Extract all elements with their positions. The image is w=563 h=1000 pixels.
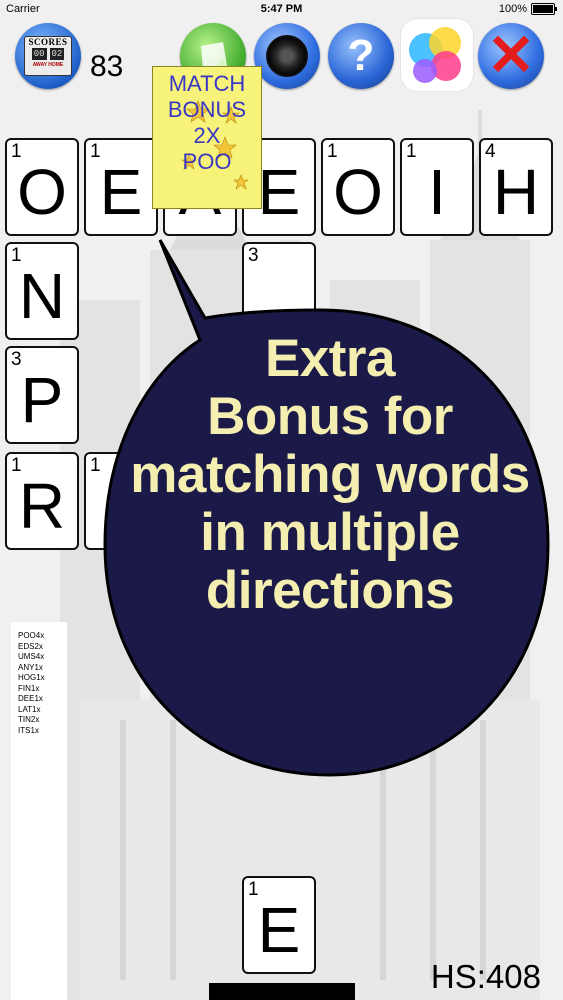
- current-score: 83: [90, 50, 124, 83]
- tile-letter: E: [99, 156, 143, 228]
- battery-icon: [531, 3, 557, 15]
- tile-letter: R: [18, 470, 66, 542]
- word-list-item: UMS4x: [18, 652, 45, 661]
- word-list-item: DEE1x: [18, 694, 43, 703]
- letter-tile[interactable]: 3: [242, 242, 316, 340]
- word-list-item: ITS1x: [18, 725, 39, 735]
- scoreboard-label: SCORES: [28, 37, 68, 47]
- tile-points: 1: [90, 455, 101, 476]
- scores-button[interactable]: SCORES 00 02 AWAY HOME: [15, 23, 81, 89]
- battery-percent: 100%: [498, 3, 527, 15]
- question-icon: ?: [347, 31, 375, 80]
- match-bonus-note: MATCH BONUS 2X POO: [152, 66, 262, 209]
- status-bar: Carrier 5:47 PM 100%: [0, 0, 563, 20]
- callout-line: Extra: [264, 329, 396, 388]
- word-list-item: LAT1x: [18, 704, 41, 714]
- callout-line: in multiple: [200, 503, 460, 562]
- letter-tile[interactable]: 1 I: [400, 138, 474, 236]
- callout-line: matching words: [130, 445, 530, 504]
- match-bonus-line: POO: [182, 149, 232, 174]
- word-list-item: TIN2x: [18, 715, 40, 724]
- match-bonus-line: 2X: [193, 123, 221, 148]
- word-list-item: FIN1x: [18, 683, 40, 693]
- tile-letter: O: [333, 156, 383, 228]
- letter-tile[interactable]: 1 N: [5, 242, 79, 340]
- letter-tile[interactable]: 4 H: [479, 138, 553, 236]
- letter-tile[interactable]: 1 O: [321, 138, 395, 236]
- close-icon: ✕: [486, 23, 536, 88]
- letter-tile[interactable]: 3 P: [5, 346, 79, 444]
- close-button[interactable]: ✕: [478, 23, 544, 89]
- letter-tile[interactable]: 1 E: [84, 138, 158, 236]
- battery-indicator: 100%: [498, 3, 557, 15]
- sound-button[interactable]: [254, 23, 320, 89]
- match-bonus-line: MATCH: [168, 71, 246, 96]
- high-score: HS:408: [430, 958, 541, 995]
- letter-tile[interactable]: 1 E: [242, 876, 316, 974]
- callout-line: Bonus for: [207, 387, 453, 446]
- callout-text: Extra Bonus for matching words in multip…: [120, 330, 540, 620]
- tile-points: 3: [248, 245, 259, 266]
- scoreboard-icon: SCORES 00 02 AWAY HOME: [24, 36, 72, 76]
- status-time: 5:47 PM: [260, 3, 303, 15]
- letter-tile[interactable]: 1 R: [5, 452, 79, 550]
- help-button[interactable]: ?: [328, 23, 394, 89]
- word-list-item: EDS2x: [18, 641, 43, 651]
- word-list-item: ANY1x: [18, 662, 43, 672]
- tile-letter: E: [257, 894, 301, 966]
- scoreboard-digits-away: 00: [31, 48, 47, 60]
- scoreboard-sub-label: AWAY HOME: [32, 62, 64, 68]
- word-list-item: POO4x: [18, 631, 45, 640]
- tile-letter: I: [428, 156, 446, 228]
- speaker-icon: [266, 35, 308, 77]
- home-indicator: [209, 983, 355, 1000]
- tile-letter: N: [18, 260, 66, 332]
- scoreboard-digits-home: 02: [49, 48, 65, 60]
- word-list: POO4x EDS2x UMS4x ANY1x HOG1x FIN1x DEE1…: [11, 622, 67, 1000]
- tile-letter: P: [20, 364, 64, 436]
- letter-tile[interactable]: 1 O: [5, 138, 79, 236]
- callout-line: directions: [205, 561, 455, 620]
- game-center-button[interactable]: [401, 19, 473, 91]
- tile-letter: H: [492, 156, 540, 228]
- tile-letter: O: [17, 156, 67, 228]
- word-list-item: HOG1x: [18, 673, 45, 682]
- match-bonus-line: BONUS: [167, 97, 247, 122]
- game-center-bubble: [413, 59, 437, 83]
